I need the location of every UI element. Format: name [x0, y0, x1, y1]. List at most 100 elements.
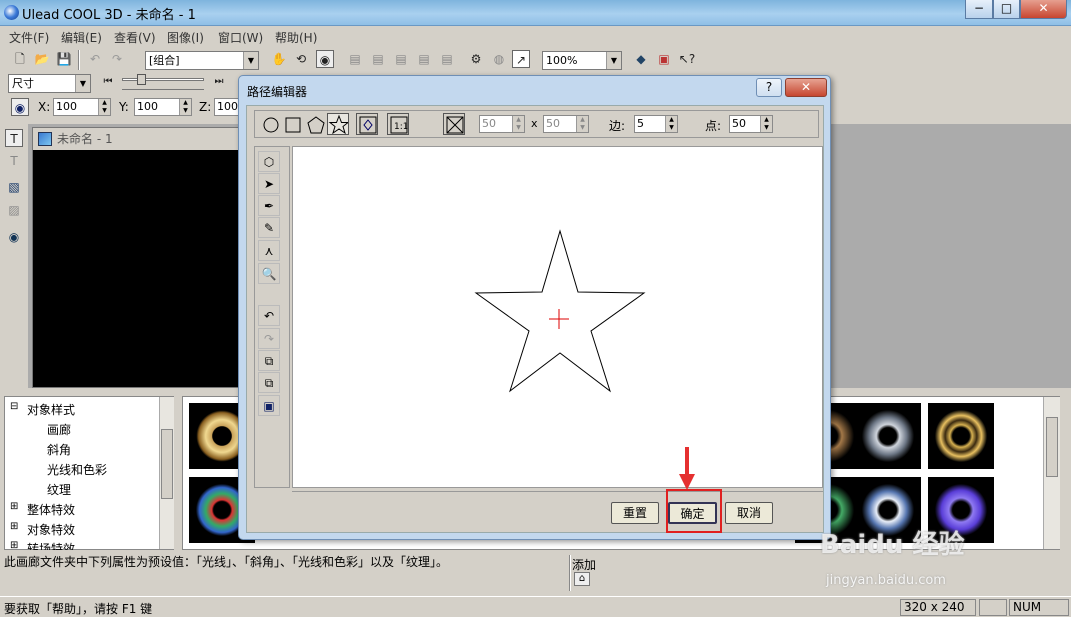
expand-icon[interactable]: ⊞: [10, 540, 18, 551]
gallery-thumb[interactable]: [928, 403, 994, 469]
menu-image[interactable]: 图像(I): [167, 29, 204, 46]
tree-item-global-effects[interactable]: 整体特效: [27, 501, 75, 518]
gallery-scrollbar[interactable]: [1043, 397, 1060, 549]
ellipse-tool-icon[interactable]: [259, 113, 281, 135]
cancel-button[interactable]: 取消: [725, 502, 773, 524]
slider-handle[interactable]: [137, 74, 146, 85]
rewind-icon[interactable]: ⏮: [99, 73, 117, 91]
spinner-icon[interactable]: ▲ ▼: [760, 116, 772, 132]
align-icon[interactable]: ▤: [369, 50, 387, 68]
size-combo[interactable]: 尺寸 ▼: [8, 74, 91, 93]
spinner-icon[interactable]: ▲ ▼: [576, 116, 588, 132]
fast-forward-icon[interactable]: ⏭: [210, 73, 228, 91]
align-icon[interactable]: ▤: [392, 50, 410, 68]
redo-icon[interactable]: ↷: [258, 328, 280, 349]
align-icon[interactable]: ▤: [415, 50, 433, 68]
add-point-pen-icon[interactable]: ✒: [258, 195, 280, 216]
points-input[interactable]: 50 ▲ ▼: [729, 115, 773, 133]
menu-file[interactable]: 文件(F): [9, 29, 49, 46]
height-input[interactable]: 50 ▲ ▼: [543, 115, 589, 133]
target-icon[interactable]: ◉: [316, 50, 334, 68]
sides-input[interactable]: 5 ▲ ▼: [634, 115, 678, 133]
star-path[interactable]: [293, 147, 824, 489]
polygon-tool-icon[interactable]: [304, 113, 326, 135]
fit-shape-icon[interactable]: [356, 113, 378, 135]
align-icon[interactable]: ▤: [346, 50, 364, 68]
maximize-button[interactable]: □: [993, 0, 1020, 19]
x-input[interactable]: 100 ▲ ▼: [53, 98, 111, 116]
spinner-icon[interactable]: ▲ ▼: [98, 99, 110, 115]
lock-aspect-icon[interactable]: [443, 113, 465, 135]
new-file-icon[interactable]: 🗋: [11, 50, 29, 68]
zoom-combo[interactable]: 100% ▼: [542, 51, 622, 70]
geometry-tool-icon[interactable]: ◉: [5, 228, 23, 246]
tree-item-light-color[interactable]: 光线和色彩: [47, 461, 107, 478]
shape-edit-icon[interactable]: ▨: [5, 201, 23, 219]
menu-view[interactable]: 查看(V): [114, 29, 156, 46]
object-icon[interactable]: ◆: [632, 50, 650, 68]
rectangle-tool-icon[interactable]: [281, 113, 303, 135]
expand-icon[interactable]: ⊞: [10, 501, 18, 512]
expand-icon[interactable]: ⊞: [10, 521, 18, 532]
tree-item-texture[interactable]: 纹理: [47, 481, 71, 498]
edit-pen-icon[interactable]: ✎: [258, 217, 280, 238]
dialog-help-button[interactable]: ?: [756, 78, 782, 97]
camera-icon[interactable]: ⚙: [467, 50, 485, 68]
add-to-gallery-icon[interactable]: ⌂: [574, 572, 590, 586]
redo-icon[interactable]: ↷: [108, 50, 126, 68]
paste-path-icon[interactable]: ⧉: [258, 372, 280, 393]
shape-tool-icon[interactable]: ▧: [5, 178, 23, 196]
group-combo-value: [组合]: [149, 54, 180, 67]
document-window[interactable]: 未命名 - 1: [32, 127, 242, 388]
save-icon[interactable]: 💾: [55, 50, 73, 68]
width-input[interactable]: 50 ▲ ▼: [479, 115, 525, 133]
close-button[interactable]: ✕: [1020, 0, 1067, 19]
text-tool-icon[interactable]: T: [5, 129, 23, 147]
menu-edit[interactable]: 编辑(E): [61, 29, 102, 46]
star-tool-icon[interactable]: [327, 113, 349, 135]
zoom-icon[interactable]: 🔍: [258, 263, 280, 284]
select-arrow-icon[interactable]: ➤: [258, 173, 280, 194]
image-icon[interactable]: ▣: [655, 50, 673, 68]
open-folder-icon[interactable]: 📂: [33, 50, 51, 68]
globe-icon[interactable]: ◍: [490, 50, 508, 68]
import-path-icon[interactable]: ▣: [258, 395, 280, 416]
help-pointer-icon[interactable]: ↖?: [678, 50, 696, 68]
minimize-button[interactable]: −: [965, 0, 993, 19]
undo-icon[interactable]: ↶: [258, 305, 280, 326]
spinner-icon[interactable]: ▲ ▼: [179, 99, 191, 115]
y-input[interactable]: 100 ▲ ▼: [134, 98, 192, 116]
rotate-icon[interactable]: ⟲: [292, 50, 310, 68]
ratio-icon[interactable]: 1:1: [387, 113, 409, 135]
frame-slider[interactable]: [122, 74, 204, 85]
z-input[interactable]: 100: [214, 98, 240, 116]
menu-help[interactable]: 帮助(H): [275, 29, 317, 46]
group-combo[interactable]: [组合] ▼: [145, 51, 259, 70]
hand-icon[interactable]: ✋: [270, 50, 288, 68]
chart-icon[interactable]: ↗: [512, 50, 530, 68]
tree-item-object-effects[interactable]: 对象特效: [27, 521, 75, 538]
tree-item-bevel[interactable]: 斜角: [47, 441, 71, 458]
polygon-path-icon[interactable]: ⬡: [258, 151, 280, 172]
gallery-thumb[interactable]: [855, 403, 921, 469]
tree-scrollbar[interactable]: [159, 397, 174, 549]
tree-item-gallery[interactable]: 画廊: [47, 421, 71, 438]
text-edit-icon[interactable]: T: [5, 152, 23, 170]
reset-button[interactable]: 重置: [611, 502, 659, 524]
tree-item-transition-effects[interactable]: 转场特效: [27, 540, 75, 550]
menu-window[interactable]: 窗口(W): [218, 29, 263, 46]
move-object-icon[interactable]: ◉: [11, 98, 29, 116]
convert-point-icon[interactable]: ⋏: [258, 240, 280, 261]
scroll-thumb[interactable]: [1046, 417, 1058, 477]
copy-path-icon[interactable]: ⧉: [258, 350, 280, 371]
dialog-close-button[interactable]: ✕: [785, 78, 827, 97]
path-canvas[interactable]: [292, 146, 823, 488]
scroll-thumb[interactable]: [161, 429, 173, 499]
collapse-icon[interactable]: ⊟: [10, 401, 18, 412]
align-icon[interactable]: ▤: [438, 50, 456, 68]
spinner-icon[interactable]: ▲ ▼: [512, 116, 524, 132]
spinner-icon[interactable]: ▲ ▼: [665, 116, 677, 132]
undo-icon[interactable]: ↶: [86, 50, 104, 68]
shape-toolbar: 1:1 50 ▲ ▼ x 50 ▲ ▼ 边: 5 ▲ ▼ 点: 50 ▲ ▼: [254, 110, 819, 138]
tree-item-object-style[interactable]: 对象样式: [27, 401, 75, 418]
